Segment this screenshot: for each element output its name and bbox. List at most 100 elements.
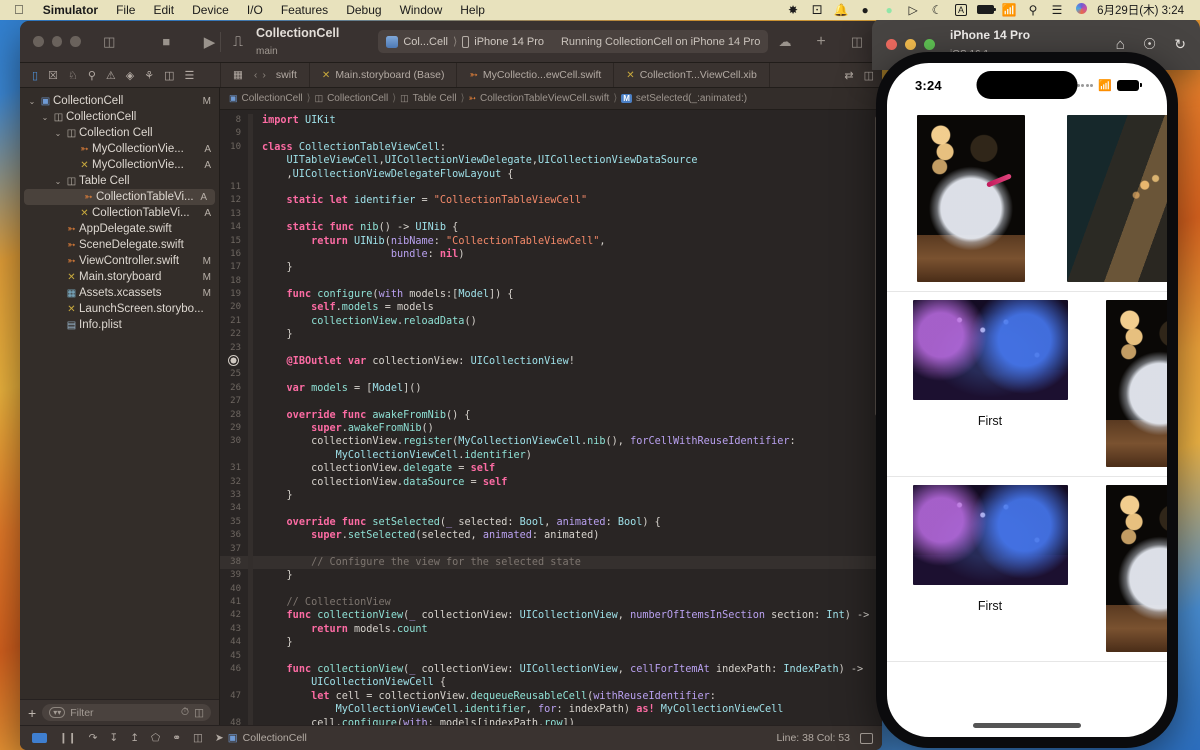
code-line[interactable]: UITableViewCell,UICollectionViewDelegate… xyxy=(220,154,882,168)
collection-cell[interactable]: Third xyxy=(904,115,1037,291)
editor-tab-mycollectionviewcell[interactable]: ➳ MyCollectio...ewCell.swift xyxy=(457,63,615,87)
code-text[interactable]: func configure(with models:[Model]) { xyxy=(253,288,514,301)
code-text[interactable]: return models.count xyxy=(253,623,428,636)
code-text[interactable]: } xyxy=(253,261,293,274)
menu-item-window[interactable]: Window xyxy=(391,0,452,20)
code-text[interactable]: let cell = collectionView.dequeueReusabl… xyxy=(253,690,716,703)
code-text[interactable]: cell.configure(with: models[indexPath.ro… xyxy=(253,717,575,725)
code-line[interactable]: 46 func collectionView(_ collectionView:… xyxy=(220,663,882,677)
code-line[interactable]: 41 // CollectionView xyxy=(220,596,882,610)
collection-view[interactable]: First Thir xyxy=(887,292,1167,476)
code-text[interactable]: super.setSelected(selected, animated: an… xyxy=(253,529,599,542)
collection-cell[interactable]: Se xyxy=(1054,115,1167,291)
code-line[interactable]: 10 class CollectionTableViewCell: xyxy=(220,140,882,155)
circle-icon[interactable]: ● xyxy=(853,0,877,20)
breakpoint-icon[interactable]: ◫ xyxy=(164,69,174,82)
code-line[interactable]: MyCollectionViewCell.identifier) xyxy=(220,448,882,463)
code-line[interactable]: 29 super.awakeFromNib() xyxy=(220,421,882,436)
code-text[interactable]: override func setSelected(_ selected: Bo… xyxy=(253,516,661,529)
code-text[interactable]: import UIKit xyxy=(253,114,336,127)
code-line[interactable]: 17 } xyxy=(220,261,882,275)
table-row[interactable]: First Thir xyxy=(887,292,1167,477)
code-text[interactable] xyxy=(253,275,262,288)
code-line[interactable]: 23 xyxy=(220,341,882,356)
code-line[interactable]: 45 xyxy=(220,649,882,664)
file-tree-row[interactable]: ✕ Main.storyboard M xyxy=(20,269,219,285)
breadcrumb-item[interactable]: CollectionTableViewCell.swift xyxy=(480,93,609,104)
source-control-icon[interactable]: ☒ xyxy=(48,69,58,82)
scheme-and-destination-bar[interactable]: Col...Cell ⟩ iPhone 14 Pro Running Colle… xyxy=(378,30,769,53)
code-text[interactable]: var models = [Model]() xyxy=(253,382,422,395)
code-text[interactable] xyxy=(253,650,262,663)
grid-icon[interactable]: ▦ xyxy=(233,69,243,81)
window-minimize-button[interactable] xyxy=(51,36,63,47)
code-text[interactable]: collectionView.dataSource = self xyxy=(253,476,507,489)
simulator-minimize-button[interactable] xyxy=(905,38,916,50)
back-icon[interactable]: ‹ xyxy=(254,69,258,81)
siri-icon[interactable] xyxy=(1069,0,1093,20)
test-icon[interactable]: ◈ xyxy=(126,69,134,82)
code-text[interactable] xyxy=(253,342,262,355)
code-text[interactable] xyxy=(253,395,262,408)
table-row[interactable]: First Thir xyxy=(887,477,1167,662)
code-text[interactable]: } xyxy=(253,489,293,502)
simulator-zoom-button[interactable] xyxy=(924,38,935,50)
code-line[interactable]: 26 var models = [Model]() xyxy=(220,381,882,396)
evernote-icon[interactable]: ⚀ xyxy=(805,0,829,20)
code-text[interactable] xyxy=(253,368,262,381)
code-line[interactable]: 16 bundle: nil) xyxy=(220,247,882,262)
control-center-icon[interactable]: ☰ xyxy=(1045,0,1069,20)
forward-icon[interactable]: › xyxy=(262,69,266,81)
code-text[interactable]: collectionView.reloadData() xyxy=(253,315,477,328)
inspector-toggle-icon[interactable]: ◫ xyxy=(846,32,868,52)
menu-bar-clock[interactable]: 6月29日(木) 3:24 xyxy=(1093,2,1192,18)
code-line[interactable]: 28 override func awakeFromNib() { xyxy=(220,408,882,422)
file-tree-row[interactable]: ➳ AppDelegate.swift xyxy=(20,221,219,237)
code-line[interactable]: 42 func collectionView(_ collectionView:… xyxy=(220,609,882,623)
code-text[interactable]: func collectionView(_ collectionView: UI… xyxy=(253,663,864,676)
code-line[interactable]: 39 } xyxy=(220,569,882,583)
collection-cell[interactable]: Thir xyxy=(1093,485,1167,661)
disclosure-triangle-icon[interactable]: ⌄ xyxy=(52,177,64,186)
code-text[interactable] xyxy=(253,208,262,221)
stop-button[interactable]: ■ xyxy=(156,32,177,52)
code-line[interactable]: 19 func configure(with models:[Model]) { xyxy=(220,288,882,302)
filter-input[interactable]: ▾▾ Filter ⏱ ◫ xyxy=(42,704,211,721)
iphone-screen[interactable]: 3:24 📶 ThirdSe First Thir First Thir xyxy=(887,63,1167,737)
moon-icon[interactable]: ☾ xyxy=(925,0,949,20)
debug-area-toggle-icon[interactable] xyxy=(32,733,47,743)
code-line[interactable]: 22 } xyxy=(220,328,882,342)
code-line[interactable]: 48 cell.configure(with: models[indexPath… xyxy=(220,716,882,725)
file-tree-row[interactable]: ✕ LaunchScreen.storybo... xyxy=(20,301,219,317)
breadcrumb-item[interactable]: CollectionCell xyxy=(242,93,303,104)
wifi-icon[interactable]: 📶 xyxy=(997,0,1021,20)
collection-cell[interactable]: First xyxy=(904,300,1076,428)
step-into-icon[interactable]: ↧ xyxy=(109,732,118,744)
code-text[interactable]: override func awakeFromNib() { xyxy=(253,409,471,422)
code-text[interactable]: bundle: nil) xyxy=(253,248,465,261)
pause-icon[interactable]: ❙❙ xyxy=(59,732,77,744)
location-icon[interactable]: ➤ xyxy=(215,732,224,744)
code-text[interactable]: self.models = models xyxy=(253,301,434,314)
code-text[interactable]: static func nib() -> UINib { xyxy=(253,221,459,234)
cloud-icon[interactable]: ☁ xyxy=(774,32,796,52)
file-tree-row[interactable]: ⌄ ◫ Collection Cell xyxy=(20,125,219,141)
code-text[interactable]: collectionView.delegate = self xyxy=(253,462,495,475)
disclosure-triangle-icon[interactable]: ⌄ xyxy=(52,129,64,138)
code-text[interactable]: @IBOutlet var collectionView: UICollecti… xyxy=(253,355,575,368)
code-line[interactable]: 13 xyxy=(220,207,882,222)
editor-tab-main-storyboard[interactable]: ✕ Main.storyboard (Base) xyxy=(310,63,458,87)
messenger-icon[interactable]: ● xyxy=(877,0,901,20)
apple-menu-icon[interactable]:  xyxy=(8,0,34,20)
menu-item-help[interactable]: Help xyxy=(451,0,494,20)
code-line[interactable]: 37 xyxy=(220,542,882,556)
disclosure-triangle-icon[interactable]: ⌄ xyxy=(26,97,38,106)
table-row[interactable]: ThirdSe xyxy=(887,107,1167,292)
destination-name[interactable]: iPhone 14 Pro xyxy=(474,36,544,48)
debug-process-label[interactable]: ▣ CollectionCell xyxy=(228,732,307,744)
code-line[interactable]: 25 xyxy=(220,368,882,382)
code-line[interactable]: 20 self.models = models xyxy=(220,301,882,315)
code-text[interactable]: } xyxy=(253,328,293,341)
code-line[interactable]: 36 super.setSelected(selected, animated:… xyxy=(220,529,882,543)
file-tree-row[interactable]: ▦ Assets.xcassets M xyxy=(20,285,219,301)
